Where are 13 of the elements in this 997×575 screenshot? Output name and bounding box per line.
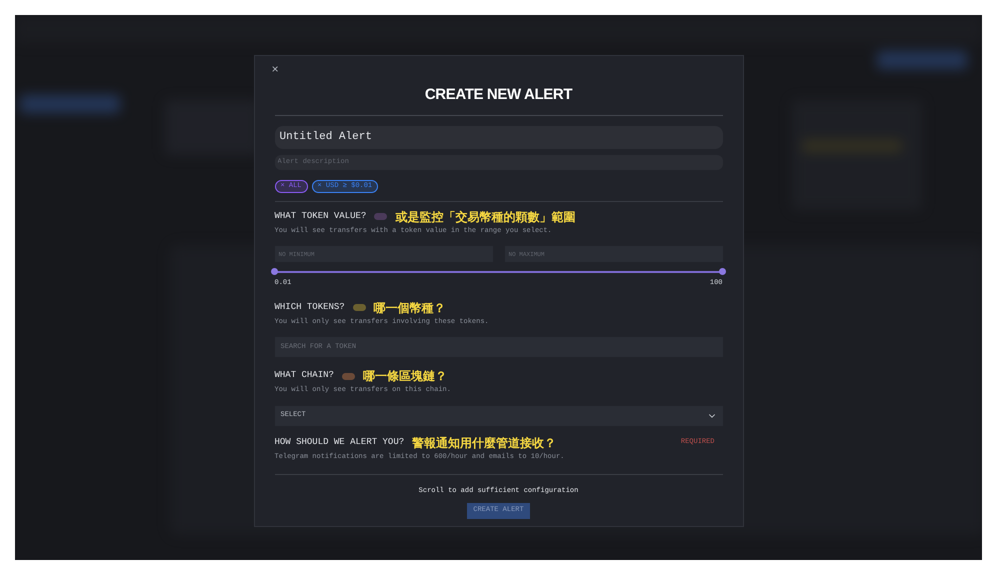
section-heading: WHAT CHAIN? [274,369,334,382]
annotation: 哪一條區塊鏈？ [362,369,447,383]
annotation: 警報通知用什麼管道接收？ [412,436,556,450]
section-heading: WHICH TOKENS? [274,300,345,314]
alert-name-field[interactable]: Untitled Alert [274,126,722,148]
modal-title: CREATE NEW ALERT [424,85,572,105]
section-heading: WHAT TOKEN VALUE? [274,210,366,223]
annotation: 或是監控「交易幣種的顆數」範圍 [395,210,576,224]
slider-thumb[interactable] [271,268,278,275]
annotation: 哪一個幣種？ [374,300,446,314]
slider-thumb[interactable] [719,268,726,275]
section-heading: HOW SHOULD WE ALERT YOU? [274,436,404,449]
close-button[interactable]: × [272,64,279,76]
